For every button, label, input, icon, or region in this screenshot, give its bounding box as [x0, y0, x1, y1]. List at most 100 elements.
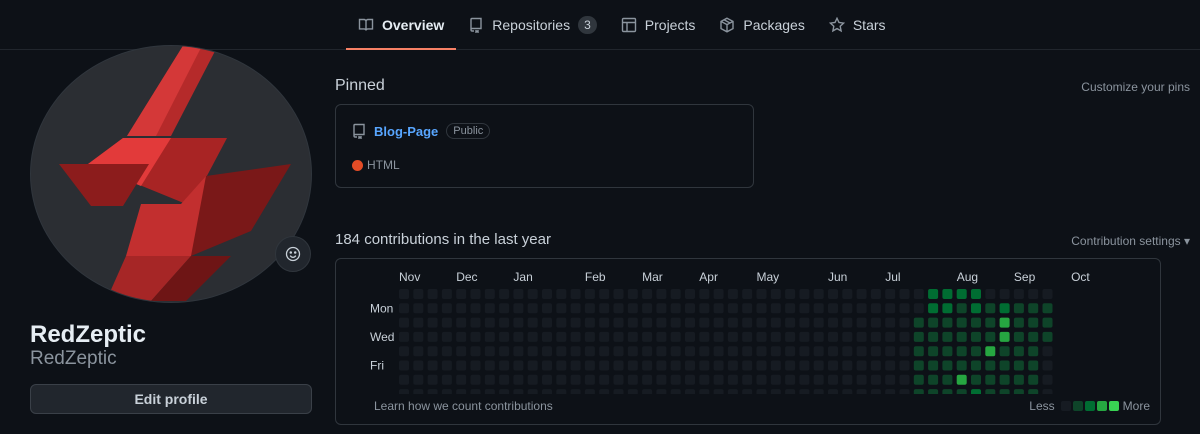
contribution-day-cell[interactable] [713, 331, 724, 342]
contribution-day-cell[interactable] [742, 389, 753, 394]
contribution-day-cell[interactable] [971, 374, 981, 385]
contribution-day-cell[interactable] [971, 317, 981, 328]
contribution-day-cell[interactable] [470, 346, 481, 357]
contribution-day-cell[interactable] [685, 360, 695, 371]
contribution-day-cell[interactable] [456, 317, 467, 328]
contribution-day-cell[interactable] [670, 317, 681, 328]
contribution-day-cell[interactable] [542, 289, 552, 299]
contribution-day-cell[interactable] [570, 331, 581, 342]
contribution-day-cell[interactable] [627, 360, 638, 371]
contribution-day-cell[interactable] [770, 389, 781, 394]
contribution-day-cell[interactable] [856, 374, 867, 385]
contribution-day-cell[interactable] [971, 360, 981, 371]
contribution-day-cell[interactable] [1013, 360, 1024, 371]
contribution-day-cell[interactable] [1042, 360, 1053, 371]
contribution-day-cell[interactable] [856, 346, 867, 357]
contribution-day-cell[interactable] [742, 346, 753, 357]
contribution-day-cell[interactable] [1028, 346, 1039, 357]
contribution-day-cell[interactable] [899, 331, 910, 342]
contribution-day-cell[interactable] [727, 360, 738, 371]
contribution-day-cell[interactable] [584, 303, 595, 314]
contribution-day-cell[interactable] [642, 317, 653, 328]
contribution-day-cell[interactable] [613, 346, 624, 357]
contribution-day-cell[interactable] [470, 389, 481, 394]
contribution-day-cell[interactable] [527, 346, 538, 357]
contribution-day-cell[interactable] [413, 360, 424, 371]
contribution-day-cell[interactable] [928, 303, 939, 314]
contribution-day-cell[interactable] [1028, 317, 1039, 328]
contribution-day-cell[interactable] [756, 389, 767, 394]
contribution-day-cell[interactable] [999, 389, 1010, 394]
contribution-day-cell[interactable] [656, 389, 667, 394]
contribution-day-cell[interactable] [627, 289, 638, 299]
contribution-day-cell[interactable] [756, 331, 767, 342]
contribution-day-cell[interactable] [756, 289, 767, 299]
contribution-day-cell[interactable] [1042, 331, 1053, 342]
contribution-day-cell[interactable] [527, 374, 538, 385]
contribution-day-cell[interactable] [1042, 346, 1053, 357]
contribution-day-cell[interactable] [928, 374, 939, 385]
contribution-day-cell[interactable] [441, 303, 452, 314]
contribution-day-cell[interactable] [456, 374, 467, 385]
contribution-day-cell[interactable] [413, 389, 424, 394]
contribution-day-cell[interactable] [1013, 289, 1024, 299]
contribution-day-cell[interactable] [642, 374, 653, 385]
contribution-day-cell[interactable] [413, 374, 424, 385]
contribution-day-cell[interactable] [613, 303, 624, 314]
contribution-day-cell[interactable] [441, 360, 452, 371]
contribution-day-cell[interactable] [456, 303, 467, 314]
contribution-day-cell[interactable] [670, 303, 681, 314]
contribution-day-cell[interactable] [556, 317, 567, 328]
contribution-day-cell[interactable] [513, 374, 524, 385]
contribution-day-cell[interactable] [484, 374, 495, 385]
contribution-day-cell[interactable] [399, 289, 409, 299]
contribution-day-cell[interactable] [627, 331, 638, 342]
contribution-day-cell[interactable] [1028, 389, 1039, 394]
contribution-day-cell[interactable] [599, 331, 610, 342]
contribution-day-cell[interactable] [985, 317, 996, 328]
contribution-day-cell[interactable] [756, 303, 767, 314]
contribution-day-cell[interactable] [828, 317, 838, 328]
contribution-day-cell[interactable] [713, 303, 724, 314]
contribution-day-cell[interactable] [470, 331, 481, 342]
contribution-day-cell[interactable] [556, 289, 567, 299]
contribution-day-cell[interactable] [971, 303, 981, 314]
contribution-day-cell[interactable] [842, 317, 853, 328]
contribution-day-cell[interactable] [584, 289, 595, 299]
contribution-day-cell[interactable] [527, 317, 538, 328]
contribution-day-cell[interactable] [499, 346, 510, 357]
contribution-day-cell[interactable] [399, 317, 409, 328]
contribution-day-cell[interactable] [685, 331, 695, 342]
contribution-day-cell[interactable] [742, 360, 753, 371]
contribution-day-cell[interactable] [570, 360, 581, 371]
contribution-day-cell[interactable] [441, 331, 452, 342]
contribution-day-cell[interactable] [899, 360, 910, 371]
contribution-day-cell[interactable] [727, 317, 738, 328]
contribution-day-cell[interactable] [399, 389, 409, 394]
contribution-day-cell[interactable] [499, 389, 510, 394]
contribution-day-cell[interactable] [670, 360, 681, 371]
contribution-day-cell[interactable] [842, 389, 853, 394]
contribution-day-cell[interactable] [713, 317, 724, 328]
contribution-day-cell[interactable] [742, 289, 753, 299]
contribution-day-cell[interactable] [828, 303, 838, 314]
contribution-day-cell[interactable] [856, 389, 867, 394]
contribution-day-cell[interactable] [413, 303, 424, 314]
contribution-day-cell[interactable] [985, 374, 996, 385]
contribution-day-cell[interactable] [856, 303, 867, 314]
contribution-day-cell[interactable] [913, 389, 924, 394]
contribution-day-cell[interactable] [556, 303, 567, 314]
contribution-day-cell[interactable] [656, 374, 667, 385]
contribution-day-cell[interactable] [756, 374, 767, 385]
contribution-day-cell[interactable] [756, 360, 767, 371]
contribution-day-cell[interactable] [685, 289, 695, 299]
contribution-day-cell[interactable] [942, 317, 953, 328]
contribution-day-cell[interactable] [656, 317, 667, 328]
contribution-day-cell[interactable] [513, 331, 524, 342]
contribution-day-cell[interactable] [627, 303, 638, 314]
contribution-day-cell[interactable] [699, 346, 710, 357]
contribution-day-cell[interactable] [527, 289, 538, 299]
contribution-day-cell[interactable] [913, 360, 924, 371]
contribution-day-cell[interactable] [556, 360, 567, 371]
contribution-day-cell[interactable] [870, 374, 881, 385]
